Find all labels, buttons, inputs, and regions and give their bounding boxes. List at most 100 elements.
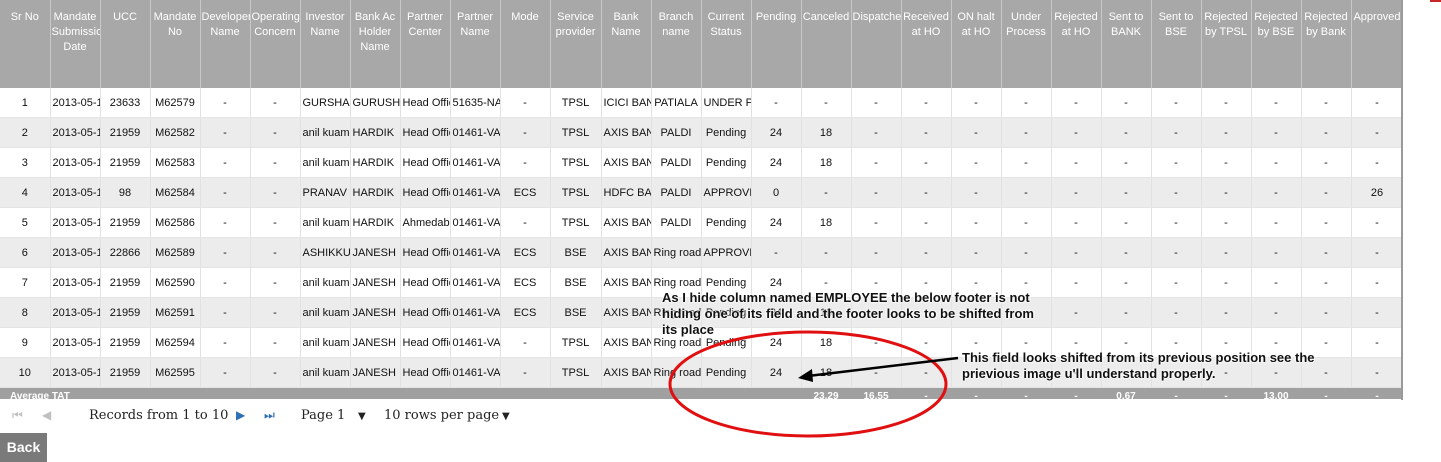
table-cell: - <box>1101 88 1152 118</box>
rows-dropdown-icon[interactable]: ▼ <box>502 411 510 422</box>
table-cell: 2013-05-14 <box>50 237 101 268</box>
table-cell: 9 <box>0 327 51 358</box>
table-cell: JANESH <box>350 327 401 358</box>
table-cell: - <box>1251 147 1302 178</box>
column-header[interactable]: Sr No <box>0 0 51 88</box>
table-cell: 21959 <box>100 357 151 388</box>
table-row[interactable]: 12013-05-1623633M62579--GURSHARANGURUSHA… <box>0 88 1403 118</box>
footer-value: - <box>1201 387 1251 399</box>
column-header[interactable]: Developer Name <box>200 0 251 88</box>
table-cell: M62583 <box>150 147 201 178</box>
table-cell: - <box>500 147 551 178</box>
column-header[interactable]: Bank Ac Holder Name <box>350 0 401 88</box>
table-cell: HARDIK <box>350 117 401 148</box>
first-page-icon[interactable]: ⏮ <box>12 408 23 423</box>
column-header[interactable]: Branch name <box>651 0 702 88</box>
column-header[interactable]: Partner Name <box>450 0 501 88</box>
table-cell: BSE <box>550 267 602 298</box>
column-header[interactable]: Mandate Submission Date <box>50 0 101 88</box>
table-row[interactable]: 42013-05-1798M62584--PRANAVHARDIKHead Of… <box>0 177 1403 208</box>
column-header[interactable]: Rejected by Bank <box>1301 0 1352 88</box>
column-header[interactable]: Mandate No <box>150 0 201 88</box>
table-cell: 22866 <box>100 237 151 268</box>
table-cell: 18 <box>801 147 852 178</box>
table-cell: Head Office <box>400 117 451 148</box>
footer-value: - <box>1001 387 1051 399</box>
table-cell: - <box>1001 177 1052 208</box>
table-cell: - <box>1351 147 1403 178</box>
table-cell: - <box>200 177 251 208</box>
column-header[interactable]: Mode <box>500 0 551 88</box>
back-button[interactable]: Back <box>0 433 47 462</box>
table-cell: - <box>801 177 852 208</box>
table-cell: - <box>1301 237 1352 268</box>
table-cell: Head Office <box>400 327 451 358</box>
column-header[interactable]: Rejected at HO <box>1051 0 1102 88</box>
column-header[interactable]: Partner Center <box>400 0 451 88</box>
prev-page-icon[interactable]: ◀ <box>42 408 51 422</box>
column-header[interactable]: UCC <box>100 0 151 88</box>
rows-per-page-select[interactable]: 10 rows per page <box>384 408 499 423</box>
table-cell: 24 <box>751 357 802 388</box>
table-cell: M62590 <box>150 267 201 298</box>
table-cell: - <box>200 297 251 328</box>
table-cell: - <box>200 327 251 358</box>
table-cell: - <box>1201 117 1252 148</box>
table-cell: - <box>1351 117 1403 148</box>
footer-value: - <box>1051 387 1101 399</box>
table-row[interactable]: 32013-05-1721959M62583--anil kuamarHARDI… <box>0 147 1403 178</box>
table-cell: 24 <box>751 147 802 178</box>
last-page-icon[interactable]: ⏭ <box>264 408 275 423</box>
table-cell: - <box>751 88 802 118</box>
column-header[interactable]: Canceled <box>801 0 852 88</box>
page-dropdown-icon[interactable]: ▼ <box>358 411 366 422</box>
table-cell: PALDI <box>651 177 702 208</box>
column-header[interactable]: Rejected by BSE <box>1251 0 1302 88</box>
top-accent-line <box>1430 0 1441 2</box>
column-header[interactable]: Approved <box>1351 0 1403 88</box>
column-header[interactable]: Bank Name <box>601 0 652 88</box>
table-cell: - <box>250 117 301 148</box>
column-header[interactable]: Sent to BSE <box>1151 0 1202 88</box>
table-row[interactable]: 52013-05-1721959M62586--anil kuamarHARDI… <box>0 207 1403 238</box>
table-cell: - <box>1101 147 1152 178</box>
column-header[interactable]: Pending <box>751 0 802 88</box>
column-header[interactable]: Rejected by TPSL <box>1201 0 1252 88</box>
table-row[interactable]: 22013-05-1721959M62582--anil kuamarHARDI… <box>0 117 1403 148</box>
table-cell: - <box>1201 297 1252 328</box>
table-cell: - <box>951 117 1002 148</box>
column-header[interactable]: Operating Concern <box>250 0 301 88</box>
table-cell: 24 <box>751 117 802 148</box>
column-header[interactable]: Received at HO <box>901 0 952 88</box>
table-cell: - <box>1101 177 1152 208</box>
column-header[interactable]: Dispatched <box>851 0 902 88</box>
table-cell: 01461-VA <box>450 117 501 148</box>
table-cell: - <box>1301 177 1352 208</box>
table-cell: 6 <box>0 237 51 268</box>
table-cell: Head Office <box>400 88 451 118</box>
column-header[interactable]: Service provider <box>550 0 602 88</box>
table-cell: - <box>500 207 551 238</box>
table-cell: JANESH <box>350 297 401 328</box>
table-cell: - <box>901 357 952 388</box>
table-cell: - <box>1351 327 1403 358</box>
column-header[interactable]: Under Process <box>1001 0 1052 88</box>
table-cell: - <box>200 117 251 148</box>
table-cell: 7 <box>0 267 51 298</box>
table-cell: ECS <box>500 297 551 328</box>
table-cell: Head Office <box>400 237 451 268</box>
table-cell: 5 <box>0 207 51 238</box>
table-cell: 23633 <box>100 88 151 118</box>
table-cell: 21959 <box>100 267 151 298</box>
table-cell: - <box>1301 267 1352 298</box>
footer-value: 13.00 <box>1251 387 1301 399</box>
table-cell: HARDIK <box>350 177 401 208</box>
column-header[interactable]: Investor Name <box>300 0 351 88</box>
column-header[interactable]: Sent to BANK <box>1101 0 1152 88</box>
table-row[interactable]: 62013-05-1422866M62589--ASHIKKUMARJANESH… <box>0 237 1403 268</box>
table-cell: M62591 <box>150 297 201 328</box>
column-header[interactable]: ON halt at HO <box>951 0 1002 88</box>
table-cell: - <box>200 147 251 178</box>
column-header[interactable]: Current Status <box>701 0 752 88</box>
next-page-icon[interactable]: ▶ <box>236 408 245 422</box>
